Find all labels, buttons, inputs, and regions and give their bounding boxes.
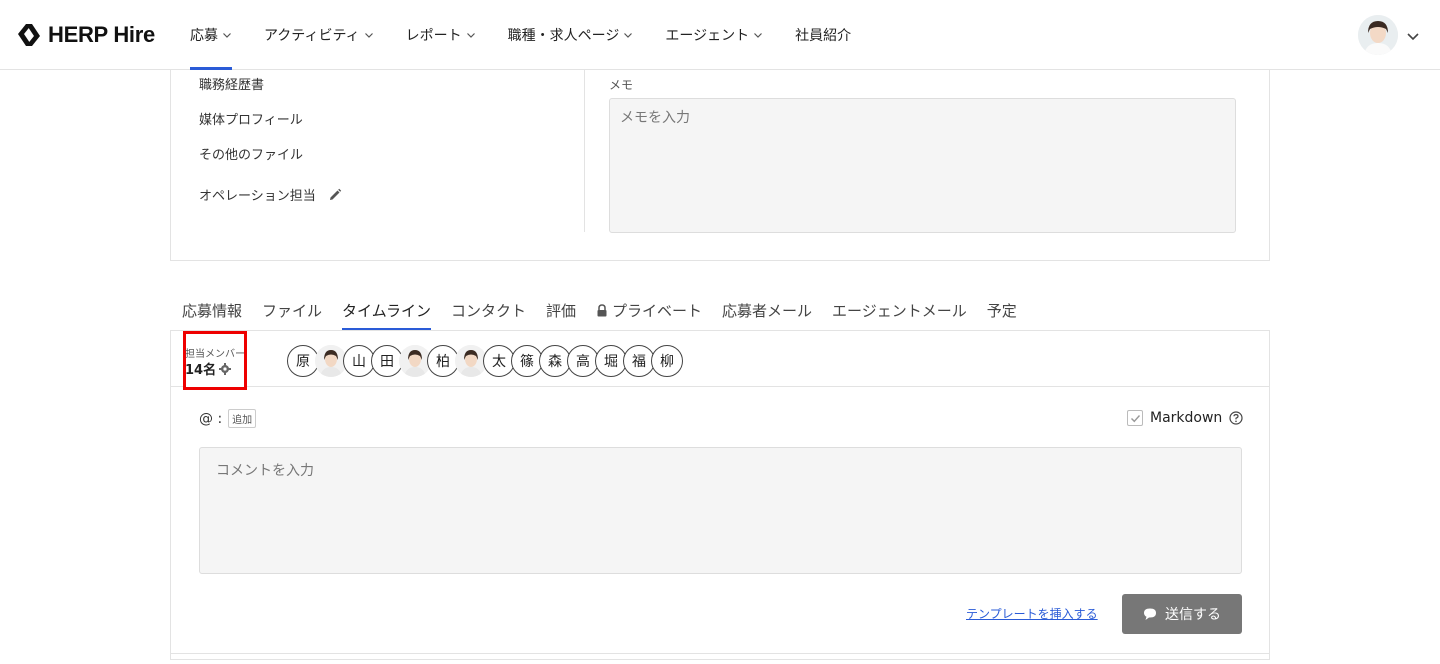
application-detail-card: 職務経歴書 媒体プロフィール その他のファイル オペレーション担当 メモ メモを… bbox=[170, 40, 1270, 261]
help-icon[interactable] bbox=[1229, 411, 1243, 425]
tab-label: ファイル bbox=[262, 301, 323, 320]
list-item-other-files[interactable]: その他のファイル bbox=[199, 136, 342, 171]
nav-item-5[interactable]: 社員紹介 bbox=[795, 0, 851, 70]
comment-input[interactable]: コメントを入力 bbox=[199, 447, 1242, 574]
member-count-value: 14名 bbox=[185, 363, 217, 378]
nav-item-label: 社員紹介 bbox=[795, 28, 852, 44]
tab-0[interactable]: 応募情報 bbox=[182, 290, 242, 330]
operation-owner-row: オペレーション担当 bbox=[199, 177, 342, 212]
tab-label: エージェントメール bbox=[832, 301, 967, 320]
tab-2[interactable]: タイムライン bbox=[342, 290, 431, 330]
nav-item-4[interactable]: エージェント bbox=[665, 0, 763, 70]
nav-item-label: 職種・求人ページ bbox=[507, 28, 620, 44]
tab-label: プライベート bbox=[612, 301, 703, 320]
herp-logo[interactable]: HERP Hire bbox=[16, 22, 155, 48]
gear-icon[interactable] bbox=[219, 362, 232, 375]
tab-3[interactable]: コンタクト bbox=[451, 290, 526, 330]
list-item-resume[interactable]: 職務経歴書 bbox=[199, 66, 342, 101]
main-nav: 応募 アクティビティ レポート 職種・求人ページ エージェント 社員紹介 bbox=[190, 0, 883, 70]
chat-bubble-icon bbox=[1144, 608, 1156, 620]
card-divider bbox=[171, 653, 1269, 654]
herp-logo-icon bbox=[18, 24, 40, 46]
send-button[interactable]: 送信する bbox=[1122, 594, 1242, 634]
tab-label: コンタクト bbox=[450, 301, 526, 320]
user-avatar[interactable] bbox=[1358, 15, 1398, 55]
tab-1[interactable]: ファイル bbox=[262, 290, 322, 330]
document-list: 職務経歴書 媒体プロフィール その他のファイル オペレーション担当 bbox=[199, 66, 342, 212]
chevron-down-icon bbox=[754, 33, 763, 38]
chevron-down-icon bbox=[364, 33, 373, 38]
chevron-down-icon bbox=[223, 33, 231, 38]
nav-item-1[interactable]: アクティビティ bbox=[264, 0, 374, 70]
list-item-media-profile[interactable]: 媒体プロフィール bbox=[199, 101, 342, 136]
send-label: 送信する bbox=[1165, 607, 1221, 623]
nav-item-3[interactable]: 職種・求人ページ bbox=[508, 0, 634, 70]
pencil-icon[interactable] bbox=[328, 188, 342, 202]
tab-label: 予定 bbox=[986, 301, 1017, 320]
tab-4[interactable]: 評価 bbox=[546, 290, 576, 330]
mention-row: @ : 追加 bbox=[199, 409, 257, 428]
tab-label: 応募情報 bbox=[182, 301, 243, 320]
nav-item-0[interactable]: 応募 bbox=[190, 0, 232, 70]
member-count-label: 担当メンバー bbox=[185, 349, 245, 360]
top-navigation-bar: HERP Hire 応募 アクティビティ レポート 職種・求人ページ エージェント 社員紹… bbox=[0, 0, 1440, 70]
nav-item-label: エージェント bbox=[665, 28, 750, 44]
tab-6[interactable]: 応募者メール bbox=[722, 290, 812, 330]
tab-7[interactable]: エージェントメール bbox=[832, 290, 967, 330]
insert-template-link[interactable]: テンプレートを挿入する bbox=[966, 605, 1098, 622]
tab-8[interactable]: 予定 bbox=[987, 290, 1017, 330]
markdown-toggle[interactable]: Markdown bbox=[1127, 410, 1243, 426]
account-menu-chevron-icon[interactable] bbox=[1405, 28, 1421, 44]
logo-text: HERP Hire bbox=[48, 22, 155, 47]
memo-input[interactable]: メモを入力 bbox=[609, 98, 1236, 233]
chevron-down-icon bbox=[466, 33, 475, 38]
chevron-down-icon bbox=[624, 33, 633, 38]
tab-5[interactable]: プライベート bbox=[596, 290, 702, 330]
member-avatars: 原山田柏太篠森高堀福柳 bbox=[287, 345, 683, 377]
nav-item-label: アクティビティ bbox=[264, 28, 360, 44]
column-divider bbox=[584, 70, 585, 232]
markdown-label: Markdown bbox=[1150, 410, 1223, 426]
detail-tabs: 応募情報 ファイル タイムライン コンタクト 評価 プライベート 応募者メール エージェントメ… bbox=[182, 290, 1037, 330]
members-bar: 担当メンバー 14名 原山田柏太篠森高堀福柳 bbox=[171, 331, 1269, 390]
add-mention-button[interactable]: 追加 bbox=[228, 409, 257, 428]
tab-label: 応募者メール bbox=[722, 301, 813, 320]
markdown-checkbox[interactable] bbox=[1127, 410, 1143, 426]
member-avatar-initial[interactable]: 柳 bbox=[651, 345, 683, 377]
memo-label: メモ bbox=[609, 78, 634, 92]
user-avatar-image bbox=[1358, 15, 1398, 55]
member-count[interactable]: 14名 bbox=[185, 359, 232, 378]
check-icon bbox=[1130, 414, 1140, 422]
nav-item-label: レポート bbox=[405, 28, 462, 44]
mention-prefix: @ : bbox=[199, 410, 223, 427]
operation-owner-label: オペレーション担当 bbox=[199, 189, 316, 204]
nav-item-label: 応募 bbox=[190, 28, 218, 44]
lock-icon bbox=[597, 303, 607, 316]
tab-label: 評価 bbox=[546, 301, 577, 320]
timeline-card: 担当メンバー 14名 原山田柏太篠森高堀福柳 @ : 追加 Markdown コ… bbox=[170, 330, 1270, 660]
tab-label: タイムライン bbox=[342, 301, 431, 320]
nav-item-2[interactable]: レポート bbox=[406, 0, 476, 70]
